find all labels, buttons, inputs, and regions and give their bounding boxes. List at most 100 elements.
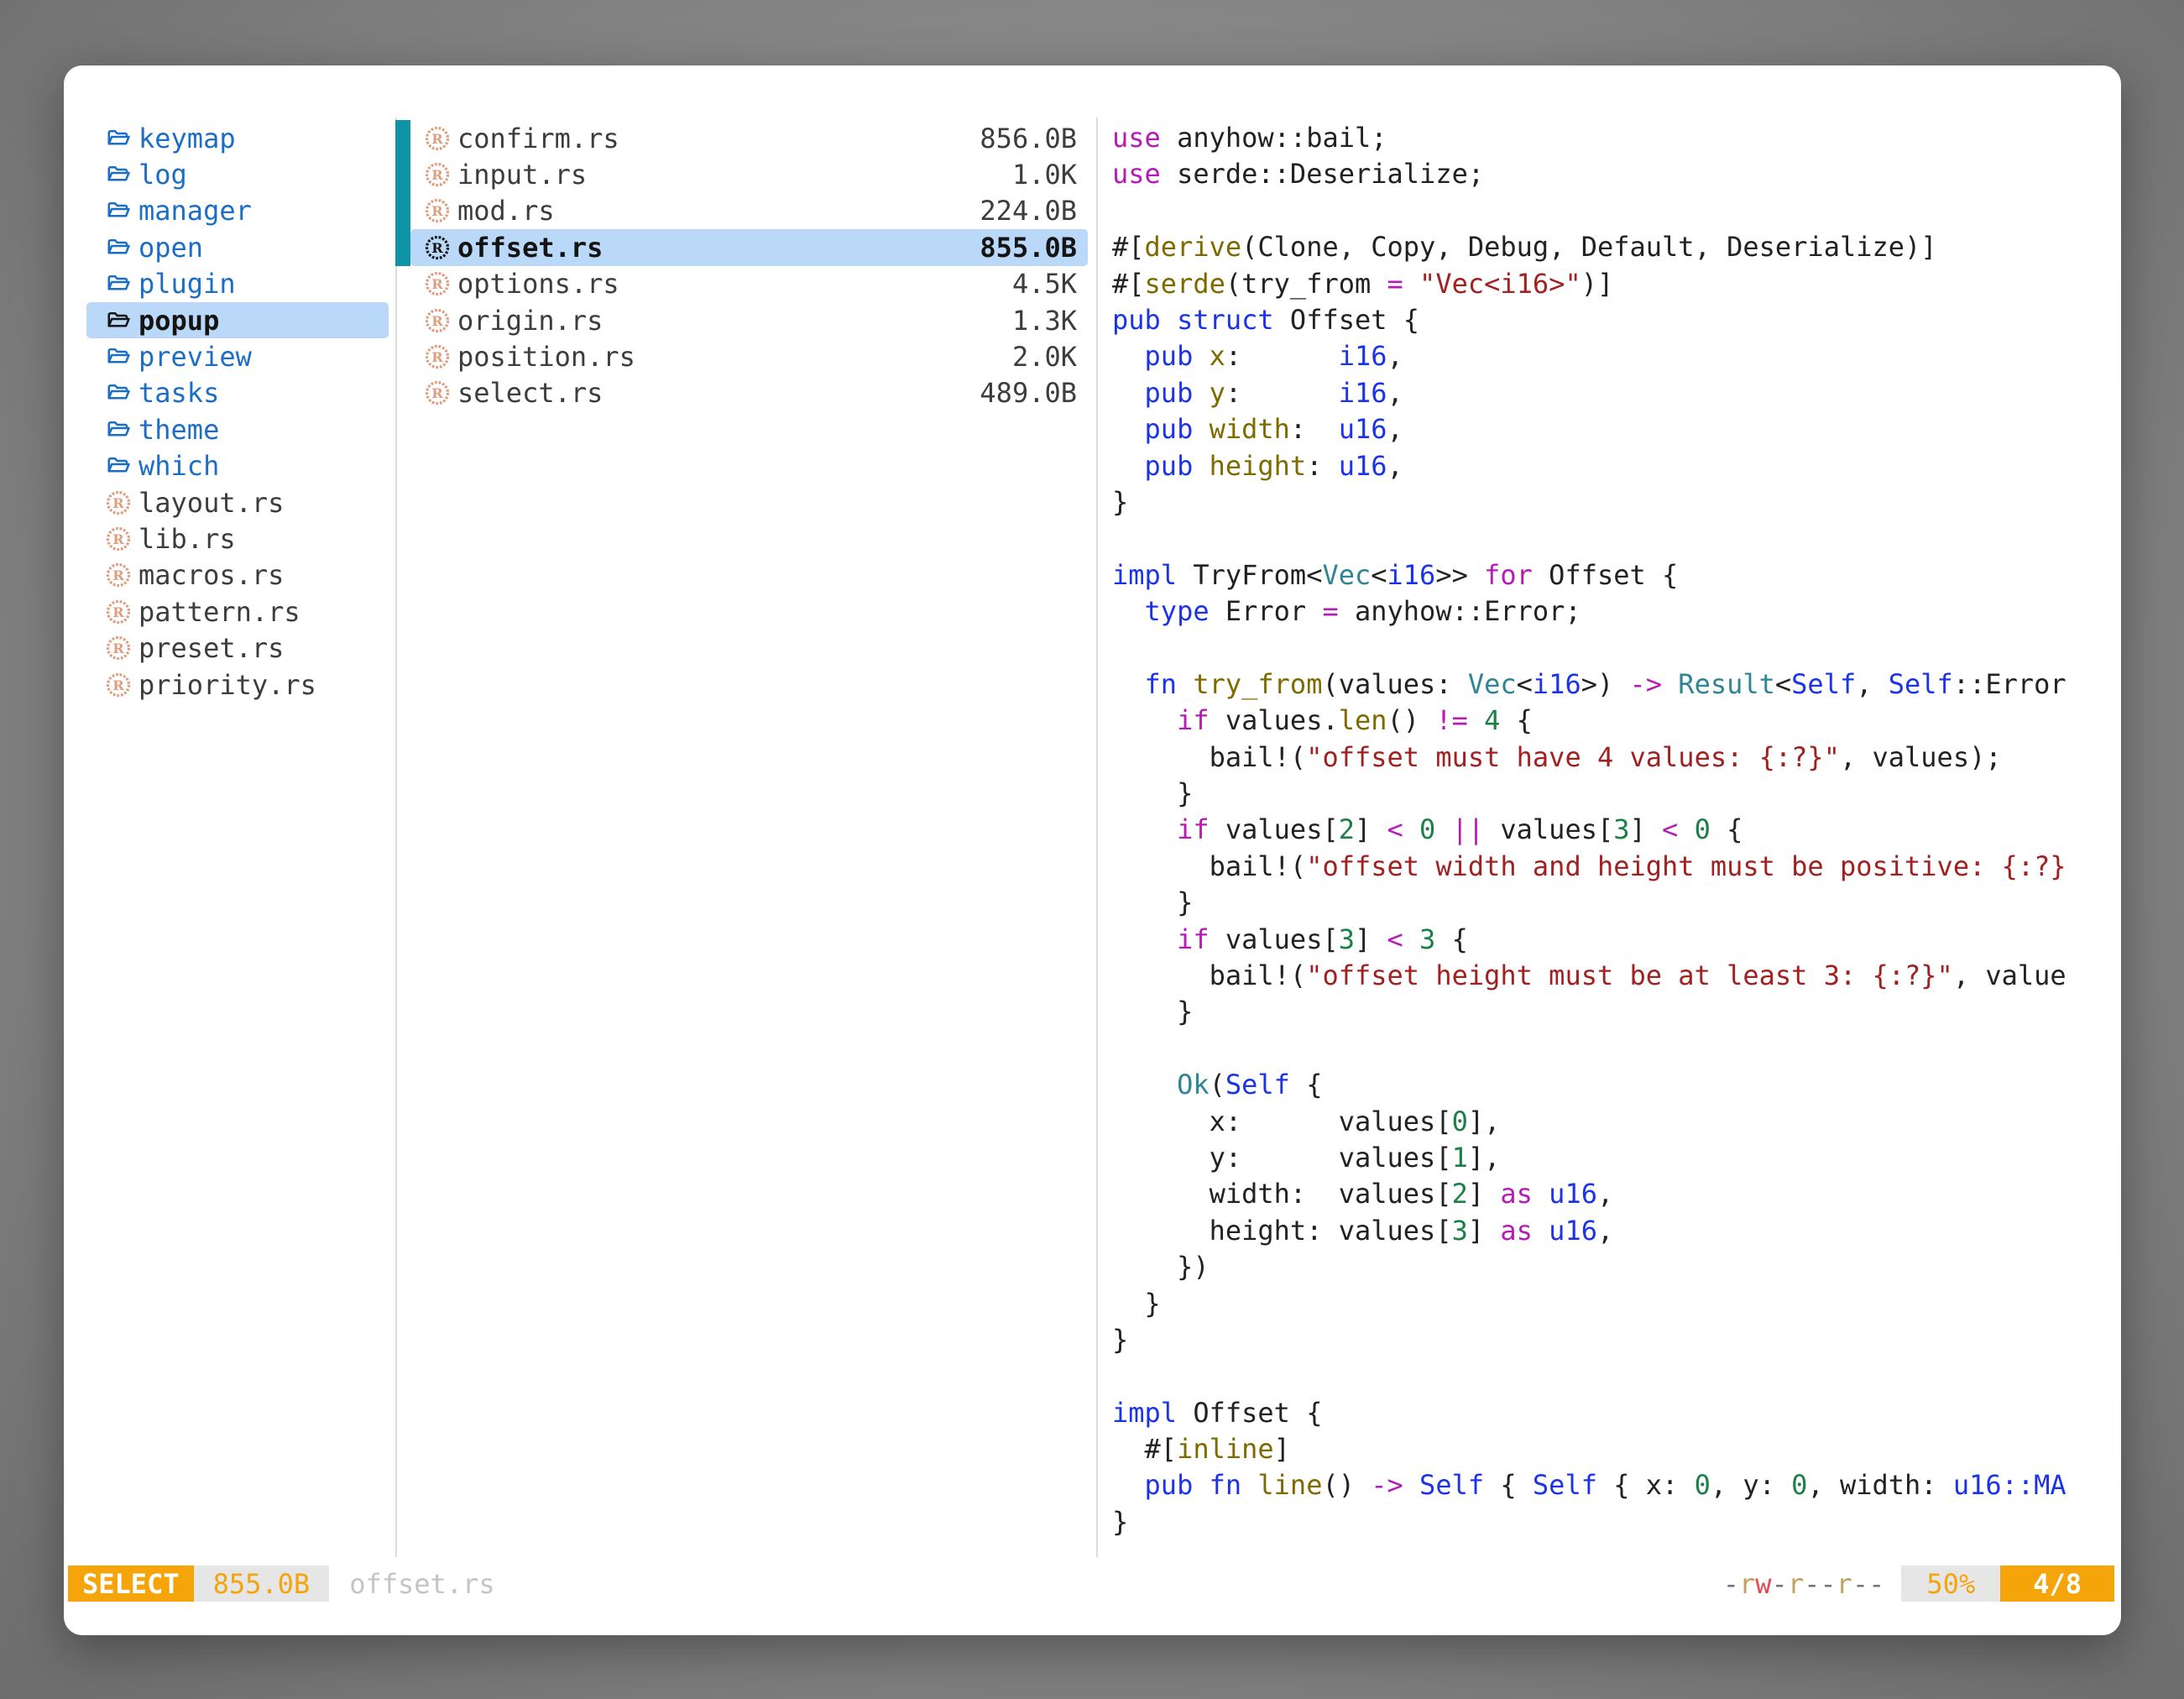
- file-row[interactable]: R mod.rs 224.0B: [410, 193, 1088, 229]
- file-size: 856.0B: [980, 123, 1077, 154]
- parent-dir-item[interactable]: R plugin: [86, 266, 389, 302]
- parent-dir-item[interactable]: R keymap: [86, 120, 389, 156]
- svg-text:R: R: [112, 604, 124, 620]
- preview-pane: use anyhow::bail;use serde::Deserialize;…: [1112, 120, 2115, 1555]
- folder-icon: [106, 344, 131, 369]
- file-size: 4.5K: [1012, 268, 1077, 300]
- permission-flag: r: [1837, 1568, 1852, 1600]
- parent-dir-item[interactable]: R log: [86, 156, 389, 192]
- file-size: 224.0B: [980, 195, 1077, 227]
- code-line: impl TryFrom<Vec<i16>> for Offset {: [1112, 557, 2115, 593]
- folder-icon: [106, 380, 131, 405]
- file-name: offset.rs: [457, 232, 603, 264]
- svg-text:R: R: [112, 531, 124, 547]
- svg-text:R: R: [431, 203, 443, 219]
- file-row[interactable]: R input.rs 1.0K: [410, 156, 1088, 192]
- status-filename: offset.rs: [349, 1566, 494, 1602]
- rust-file-icon: R: [425, 162, 450, 187]
- code-line: }: [1112, 1504, 2115, 1540]
- file-name: select.rs: [457, 377, 603, 409]
- code-line: [1112, 520, 2115, 557]
- permission-flag: -: [1820, 1568, 1836, 1600]
- code-line: height: values[3] as u16,: [1112, 1213, 2115, 1249]
- file-name: manager: [138, 195, 252, 227]
- code-line: }: [1112, 1286, 2115, 1322]
- file-name: options.rs: [457, 268, 619, 300]
- code-line: }): [1112, 1249, 2115, 1285]
- cursor-position-badge: 4/8: [2000, 1566, 2114, 1602]
- code-line: bail!("offset must have 4 values: {:?}",…: [1112, 740, 2115, 776]
- code-line: pub y: i16,: [1112, 375, 2115, 411]
- folder-icon: [106, 417, 131, 442]
- code-line: pub height: u16,: [1112, 448, 2115, 484]
- pane-divider-right: [1096, 118, 1098, 1557]
- file-row[interactable]: R position.rs 2.0K: [410, 338, 1088, 374]
- parent-dir-item[interactable]: R open: [86, 229, 389, 265]
- file-name: input.rs: [457, 159, 587, 191]
- parent-dir-item[interactable]: R preset.rs: [86, 630, 389, 666]
- parent-dir-item[interactable]: R theme: [86, 411, 389, 447]
- code-line: }: [1112, 885, 2115, 921]
- visual-selection-marker: [395, 156, 410, 192]
- folder-icon: [106, 126, 131, 151]
- file-name: priority.rs: [138, 669, 316, 701]
- file-name: confirm.rs: [457, 123, 619, 154]
- code-line: #[serde(try_from = "Vec<i16>")]: [1112, 266, 2115, 302]
- code-line: y: values[1],: [1112, 1140, 2115, 1176]
- file-name: plugin: [138, 268, 236, 300]
- visual-selection-marker: [395, 193, 410, 229]
- svg-text:R: R: [431, 167, 443, 183]
- file-size: 489.0B: [980, 377, 1077, 409]
- file-name: origin.rs: [457, 305, 603, 337]
- permission-flag: w: [1755, 1568, 1771, 1600]
- code-line: }: [1112, 484, 2115, 520]
- file-row[interactable]: R origin.rs 1.3K: [410, 302, 1088, 338]
- code-line: #[derive(Clone, Copy, Debug, Default, De…: [1112, 229, 2115, 265]
- svg-text:R: R: [431, 276, 443, 292]
- yazi-file-manager-window: R keymap R: [64, 65, 2121, 1635]
- code-line: if values[2] < 0 || values[3] < 0 {: [1112, 812, 2115, 848]
- code-line: [1112, 630, 2115, 666]
- rust-file-icon: R: [425, 235, 450, 260]
- parent-dir-item[interactable]: R layout.rs: [86, 484, 389, 520]
- code-line: [1112, 1358, 2115, 1394]
- folder-icon: [106, 271, 131, 296]
- code-line: type Error = anyhow::Error;: [1112, 593, 2115, 630]
- svg-text:R: R: [431, 131, 443, 147]
- permission-flag: -: [1723, 1568, 1739, 1600]
- parent-dir-item[interactable]: R pattern.rs: [86, 593, 389, 630]
- file-row[interactable]: R options.rs 4.5K: [410, 266, 1088, 302]
- rust-file-icon: R: [425, 271, 450, 296]
- parent-dir-item[interactable]: R macros.rs: [86, 557, 389, 593]
- parent-dir-item[interactable]: R tasks: [86, 375, 389, 411]
- code-line: pub fn line() -> Self { Self { x: 0, y: …: [1112, 1467, 2115, 1503]
- file-row[interactable]: R offset.rs 855.0B: [410, 229, 1088, 265]
- file-row[interactable]: R confirm.rs 856.0B: [410, 120, 1088, 156]
- code-line: if values.len() != 4 {: [1112, 703, 2115, 739]
- file-name: theme: [138, 414, 219, 446]
- parent-dir-item[interactable]: R manager: [86, 193, 389, 229]
- file-name: position.rs: [457, 341, 635, 373]
- file-name: preview: [138, 341, 252, 373]
- parent-dir-item[interactable]: R which: [86, 448, 389, 484]
- mode-badge: SELECT: [68, 1566, 194, 1602]
- folder-icon: [106, 308, 131, 333]
- permission-flag: -: [1852, 1568, 1868, 1600]
- permission-flag: r: [1788, 1568, 1804, 1600]
- code-line: Ok(Self {: [1112, 1067, 2115, 1103]
- file-row[interactable]: R select.rs 489.0B: [410, 375, 1088, 411]
- parent-dir-item[interactable]: R preview: [86, 338, 389, 374]
- rust-file-icon: R: [106, 599, 131, 625]
- folder-icon: [106, 453, 131, 478]
- rust-file-icon: R: [425, 198, 450, 223]
- rust-file-icon: R: [425, 126, 450, 151]
- permission-flag: r: [1739, 1568, 1755, 1600]
- file-name: keymap: [138, 123, 236, 154]
- current-directory-pane: R confirm.rs 856.0B R: [410, 120, 1088, 411]
- code-line: #[inline]: [1112, 1431, 2115, 1467]
- parent-dir-item[interactable]: R popup: [86, 302, 389, 338]
- parent-dir-item[interactable]: R priority.rs: [86, 667, 389, 703]
- parent-dir-item[interactable]: R lib.rs: [86, 520, 389, 557]
- code-line: }: [1112, 1322, 2115, 1358]
- rust-file-icon: R: [106, 490, 131, 515]
